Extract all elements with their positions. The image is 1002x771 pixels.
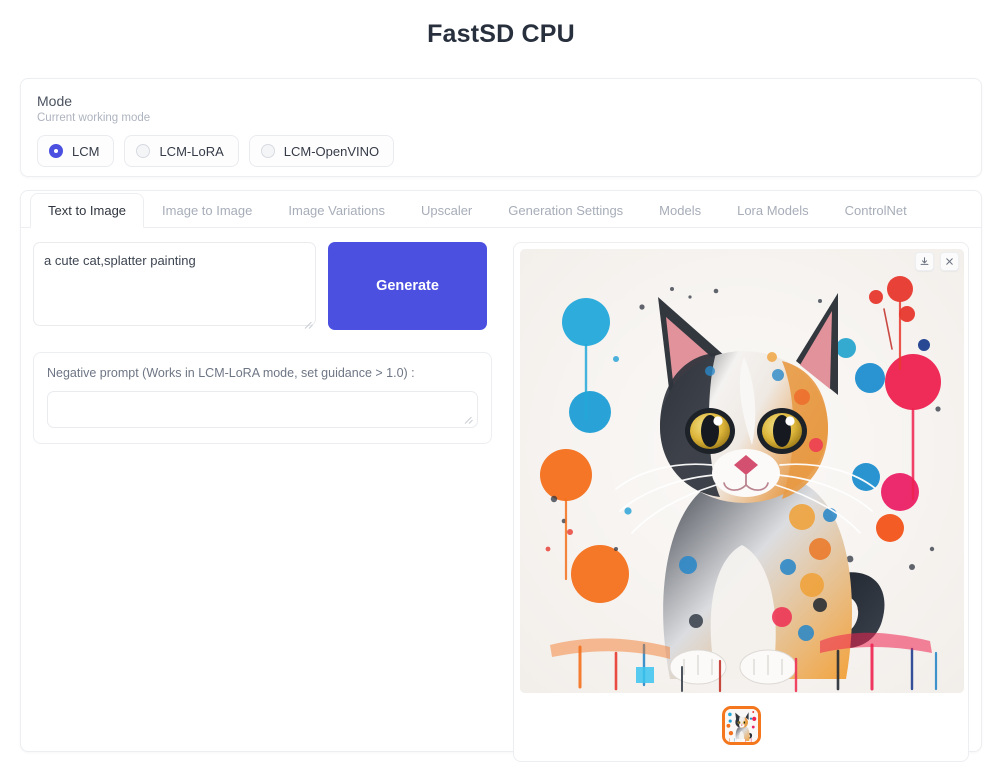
image-toolbar xyxy=(915,252,959,271)
negative-prompt-label: Negative prompt (Works in LCM-LoRA mode,… xyxy=(47,366,415,380)
mode-panel: Mode Current working mode LCM LCM-LoRA L… xyxy=(20,78,982,177)
prompt-column: Generate Negative prompt (Works in LCM-L… xyxy=(33,242,503,762)
negative-prompt-group: Negative prompt (Works in LCM-LoRA mode,… xyxy=(33,352,492,444)
prompt-input[interactable] xyxy=(33,242,316,326)
tab-image-variations[interactable]: Image Variations xyxy=(270,193,403,228)
tab-panel-text-to-image: Generate Negative prompt (Works in LCM-L… xyxy=(21,228,981,771)
radio-icon xyxy=(49,144,63,158)
mode-option-label: LCM-LoRA xyxy=(159,143,224,159)
close-icon[interactable] xyxy=(940,252,959,271)
mode-label: Mode xyxy=(37,93,73,109)
thumbnail-strip xyxy=(520,697,962,753)
mode-option-label: LCM xyxy=(72,143,100,159)
tab-models[interactable]: Models xyxy=(641,193,719,228)
tab-lora-models[interactable]: Lora Models xyxy=(719,193,827,228)
thumbnail-item[interactable] xyxy=(721,705,761,745)
main-panel: Text to Image Image to Image Image Varia… xyxy=(20,190,982,762)
splatter-cat-artwork xyxy=(520,249,964,693)
tab-controlnet[interactable]: ControlNet xyxy=(827,193,925,228)
mode-option-lcm-lora[interactable]: LCM-LoRA xyxy=(124,135,239,167)
mode-description: Current working mode xyxy=(37,112,151,124)
tab-image-to-image[interactable]: Image to Image xyxy=(144,193,270,228)
result-image-panel xyxy=(513,242,969,762)
mode-option-lcm[interactable]: LCM xyxy=(37,135,115,167)
download-icon[interactable] xyxy=(915,252,934,271)
radio-icon xyxy=(260,144,275,158)
thumbnail-artwork xyxy=(724,708,758,742)
tab-upscaler[interactable]: Upscaler xyxy=(403,193,490,228)
thumbnail-image xyxy=(724,708,758,742)
mode-radio-group: LCM LCM-LoRA LCM-OpenVINO xyxy=(37,135,965,167)
negative-prompt-input-wrap xyxy=(47,391,478,428)
radio-icon xyxy=(136,144,151,158)
tab-text-to-image[interactable]: Text to Image xyxy=(30,193,145,228)
app-root: FastSD CPU Mode Current working mode LCM… xyxy=(0,0,1002,771)
negative-prompt-input[interactable] xyxy=(48,392,477,427)
generate-button[interactable]: Generate xyxy=(328,242,487,330)
mode-option-lcm-openvino[interactable]: LCM-OpenVINO xyxy=(248,135,395,167)
tab-generation-settings[interactable]: Generation Settings xyxy=(490,193,641,228)
tab-bar: Text to Image Image to Image Image Varia… xyxy=(21,191,981,228)
mode-option-label: LCM-OpenVINO xyxy=(283,143,380,159)
generated-image[interactable] xyxy=(520,249,964,693)
page-title: FastSD CPU xyxy=(427,20,575,48)
prompt-row: Generate xyxy=(33,242,503,331)
